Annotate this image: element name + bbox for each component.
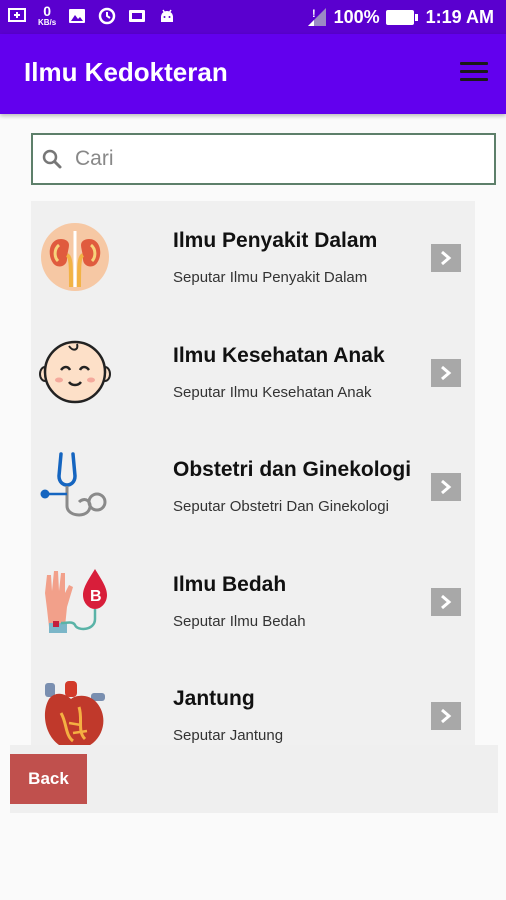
blood-transfusion-icon: B [45, 568, 107, 633]
kidney-icon [41, 223, 109, 291]
item-title: Jantung [173, 687, 255, 710]
status-system: ! 100% 1:19 AM [306, 6, 494, 28]
network-speed: 0 KB/s [38, 3, 57, 27]
item-subtitle: Seputar Ilmu Kesehatan Anak [173, 383, 372, 401]
item-title: Ilmu Penyakit Dalam [173, 229, 378, 252]
list-item-obstetri-dan-ginekologi[interactable]: Obstetri dan Ginekologi Seputar Obstetri… [31, 430, 475, 545]
search-icon [42, 149, 62, 169]
status-notifications: 0 KB/s [8, 3, 176, 27]
app-bar: Ilmu Kedokteran [0, 34, 506, 114]
list-item-ilmu-kesehatan-anak[interactable]: Ilmu Kesehatan Anak Seputar Ilmu Kesehat… [31, 316, 475, 431]
chevron-right-icon[interactable] [431, 702, 461, 730]
chevron-right-icon[interactable] [431, 587, 461, 616]
hamburger-menu-icon[interactable] [460, 62, 488, 84]
chevron-right-icon[interactable] [431, 244, 461, 272]
svg-text:B: B [90, 588, 102, 605]
list-item-ilmu-penyakit-dalam[interactable]: Ilmu Penyakit Dalam Seputar Ilmu Penyaki… [31, 201, 475, 316]
search-box [31, 133, 496, 185]
item-title: Obstetri dan Ginekologi [173, 458, 412, 481]
sync-icon [98, 7, 116, 25]
clock: 1:19 AM [425, 6, 494, 27]
gallery-icon [129, 10, 146, 22]
list-item-ilmu-bedah[interactable]: B Ilmu Bedah Seputar Ilmu Bedah [31, 545, 475, 660]
android-icon [161, 9, 174, 22]
item-title: Ilmu Bedah [173, 572, 287, 596]
status-bar: 0 KB/s ! 100% 1:19 AM [0, 0, 506, 34]
battery-percent: 100% [333, 6, 380, 27]
signal-icon: ! [307, 8, 326, 26]
network-speed-value: 0 [43, 3, 52, 19]
app-title: Ilmu Kedokteran [24, 57, 228, 87]
item-subtitle: Seputar Jantung [173, 727, 284, 744]
network-speed-unit: KB/s [38, 18, 57, 27]
item-subtitle: Seputar Ilmu Penyakit Dalam [173, 269, 368, 286]
baby-face-icon [39, 340, 111, 403]
item-subtitle: Seputar Ilmu Bedah [173, 612, 306, 630]
image-icon [69, 9, 86, 23]
chevron-right-icon[interactable] [431, 473, 461, 501]
list-item-jantung[interactable]: Jantung Seputar Jantung [31, 659, 475, 745]
item-title: Ilmu Kesehatan Anak [173, 343, 385, 367]
item-subtitle: Seputar Obstetri Dan Ginekologi [173, 498, 389, 515]
battery-icon [385, 9, 418, 25]
svg-text:!: ! [312, 8, 316, 20]
heart-icon [44, 681, 105, 745]
stethoscope-icon [40, 452, 107, 517]
screen-cast-icon [8, 8, 26, 22]
category-list: Ilmu Penyakit Dalam Seputar Ilmu Penyaki… [31, 201, 475, 745]
search-input[interactable] [75, 147, 455, 171]
back-button[interactable]: Back [10, 754, 87, 804]
chevron-right-icon[interactable] [431, 358, 461, 387]
